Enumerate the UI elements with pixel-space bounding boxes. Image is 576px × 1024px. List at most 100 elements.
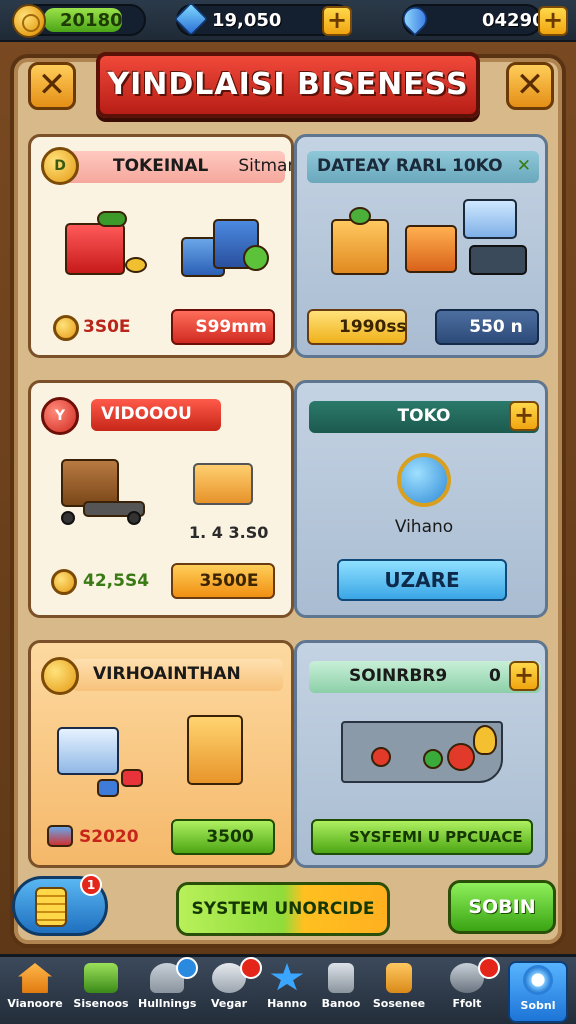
coin-stack-icon: [35, 887, 67, 927]
card-close-icon[interactable]: ✕: [517, 151, 531, 181]
left-close-button[interactable]: ✕: [28, 62, 76, 110]
nav-label: Sobnl: [520, 999, 556, 1012]
right-close-button[interactable]: ✕: [506, 62, 554, 110]
card-price-left-value: 1990ss: [339, 317, 407, 337]
system-upgrade-main-button[interactable]: SYSTEM UNORCIDE: [176, 882, 390, 936]
cart-value: 1. 4 3.S0: [189, 523, 269, 542]
card-buy-button[interactable]: 3500: [171, 819, 275, 855]
wheel-icon: [61, 511, 75, 525]
bottom-nav-bar: Vianoore Sisenoos Hullnings Vegar Hanno …: [0, 954, 576, 1024]
add-diamonds-button[interactable]: +: [538, 6, 568, 36]
yellow-crate-icon: [187, 715, 243, 785]
nav-notification: [176, 957, 198, 979]
upgrade-button-label: UZARE: [384, 568, 460, 592]
card-header: SOINRBR9 0: [309, 661, 541, 693]
leaf-badge-icon: [41, 657, 79, 695]
title-banner: YINDLAISI BISENESS: [96, 52, 480, 118]
business-card-bottom-left[interactable]: VIRHOAINTHAN S2020 3500: [28, 640, 294, 868]
add-gems-button[interactable]: +: [322, 6, 352, 36]
price-coin-icon: [53, 315, 79, 341]
card-price-left: 42,5S4: [83, 571, 150, 591]
coin-counter[interactable]: 20180: [12, 4, 146, 38]
add-item-button[interactable]: +: [509, 661, 539, 691]
clipboard-icon: [386, 963, 412, 993]
keyboard-icon: [469, 245, 527, 275]
blue-cooler-icon: [57, 727, 119, 775]
card-price-left: 1990ss: [307, 309, 407, 345]
fruit-crate-icon: [331, 219, 389, 275]
computer-monitor-icon: [463, 199, 517, 239]
blue-block-icon: [97, 779, 119, 797]
card-buy-button[interactable]: 550 n: [435, 309, 539, 345]
business-card-bottom-right[interactable]: SOINRBR9 0 + SYSFEMI U PPCUACE: [294, 640, 548, 868]
nav-item-buildings[interactable]: Hullnings: [138, 957, 198, 1023]
card-title: SOINRBR9: [349, 666, 448, 686]
system-upgrade-button[interactable]: SYSFEMI U PPCUACE: [311, 819, 533, 855]
business-card-mid-right[interactable]: TOKO + Vihano UZARE: [294, 380, 548, 618]
wheel-icon: [127, 511, 141, 525]
diamond-value: 04290: [482, 10, 545, 31]
card-tag: VIRHOAINTHAN: [93, 664, 241, 684]
card-count: 0: [489, 666, 501, 686]
page-title: YINDLAISI BISENESS: [107, 67, 469, 102]
top-resource-bar: 20180 19,050 + 04290 +: [0, 0, 576, 42]
tomato-icon: [371, 747, 391, 767]
price-coin-icon: [51, 569, 77, 595]
nav-item-banoo[interactable]: Banoo: [312, 961, 370, 1023]
upgrade-button[interactable]: UZARE: [337, 559, 507, 601]
nav-label: Sisenoos: [73, 997, 129, 1010]
nav-label: Hanno: [267, 997, 307, 1010]
add-item-button[interactable]: +: [509, 401, 539, 431]
system-upgrade-label: SYSFEMI U PPCUACE: [349, 828, 523, 846]
business-card-top-right[interactable]: DATEAY RARL 10KO ✕ 1990ss 550 n: [294, 134, 548, 358]
card-buy-button[interactable]: 3500E: [171, 563, 275, 599]
notification-badge: 1: [80, 874, 102, 896]
card-badge: D: [41, 147, 79, 185]
card-subtitle: Sitman: [238, 156, 294, 176]
nav-item-hanno[interactable]: Hanno: [258, 961, 316, 1023]
diamond-counter[interactable]: 04290: [398, 2, 545, 36]
card-header: TOKO: [309, 401, 539, 433]
nav-item-sosenee[interactable]: Sosenee: [370, 961, 428, 1023]
nav-item-vegar[interactable]: Vegar: [200, 957, 262, 1023]
business-card-top-left[interactable]: TOKEINAL Sitman D 3S0E S99mm: [28, 134, 294, 358]
box-ribbon-icon: [97, 211, 127, 227]
diamond-icon: [398, 2, 432, 36]
card-price-left: 3S0E: [83, 317, 131, 337]
home-icon: [18, 963, 52, 993]
sobin-button[interactable]: SOBIN: [448, 880, 556, 934]
nav-item-sobnl[interactable]: Sobnl: [508, 961, 568, 1023]
business-card-mid-left[interactable]: VIDOOOU Y 1. 4 3.S0 42,5S4 3500E: [28, 380, 294, 618]
red-gift-box-icon: [65, 223, 125, 275]
coin-pile-icon: [125, 257, 147, 273]
nav-label: Sosenee: [372, 997, 426, 1010]
card-buy-button[interactable]: S99mm: [171, 309, 275, 345]
gem-icon: [174, 2, 208, 36]
leaf-medal-icon: [397, 453, 451, 507]
nav-item-business[interactable]: Sisenoos: [72, 961, 130, 1023]
card-price-left: S2020: [79, 827, 139, 847]
folder-icon: [84, 963, 118, 993]
bottom-action-row: 1 SYSTEM UNORCIDE SOBIN: [12, 870, 564, 940]
basket-icon: [405, 225, 457, 273]
tomato-large-icon: [447, 743, 475, 771]
card-buy-label: 550 n: [469, 317, 523, 337]
nav-label: Vianoore: [7, 997, 63, 1010]
price-tag-icon: [47, 825, 73, 847]
card-title: TOKO: [397, 406, 451, 426]
shopping-cart-icon: [193, 463, 253, 505]
gem-value: 19,050: [212, 10, 282, 31]
coin-icon: [12, 4, 46, 38]
card-header: DATEAY RARL 10KO ✕: [307, 151, 539, 183]
system-upgrade-main-label: SYSTEM UNORCIDE: [191, 899, 375, 919]
nav-item-home[interactable]: Vianoore: [6, 961, 64, 1023]
nav-label: Banoo: [321, 997, 361, 1010]
card-buy-label: 3500: [206, 827, 254, 847]
card-tag: TOKEINAL: [113, 156, 209, 176]
nav-label: Hullnings: [138, 997, 196, 1010]
nav-notification: [478, 957, 500, 979]
card-buy-label: 3500E: [199, 571, 259, 591]
nav-item-ffolt[interactable]: Ffolt: [438, 957, 500, 1023]
card-header: VIRHOAINTHAN: [71, 659, 283, 691]
nav-label: Ffolt: [452, 997, 482, 1010]
